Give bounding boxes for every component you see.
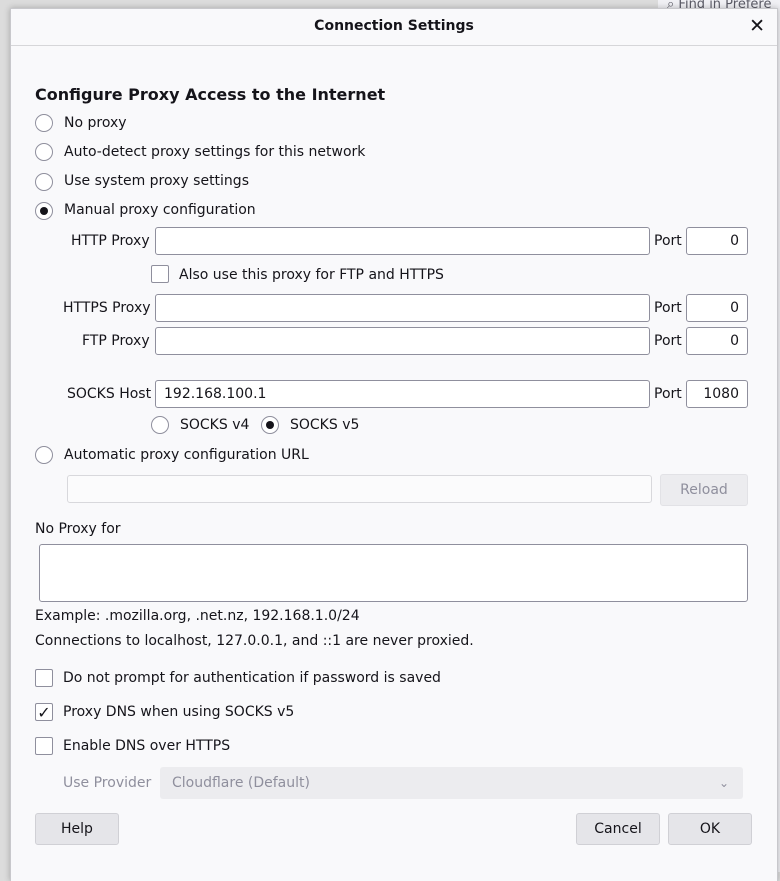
system-proxy-label[interactable]: Use system proxy settings — [64, 173, 249, 189]
https-port-label: Port — [654, 300, 682, 316]
dialog-title: Connection Settings — [314, 18, 474, 34]
https-proxy-label: HTTPS Proxy — [63, 300, 151, 316]
http-port-input[interactable] — [686, 227, 748, 255]
close-icon[interactable]: ✕ — [749, 15, 765, 37]
socks-host-input[interactable] — [155, 380, 650, 408]
chevron-down-icon: ⌄ — [718, 776, 729, 790]
ok-button[interactable]: OK — [668, 813, 752, 845]
reload-button[interactable]: Reload — [660, 474, 748, 506]
http-port-label: Port — [654, 233, 682, 249]
socks-v5-radio[interactable] — [261, 416, 279, 434]
https-proxy-input[interactable] — [155, 294, 650, 322]
socks-port-label: Port — [654, 386, 682, 402]
system-proxy-radio[interactable] — [35, 173, 53, 191]
ftp-proxy-label: FTP Proxy — [82, 333, 150, 349]
checkmark-icon: ✓ — [37, 703, 51, 722]
dns-over-https-checkbox[interactable] — [35, 737, 53, 755]
http-proxy-label: HTTP Proxy — [71, 233, 150, 249]
https-port-input[interactable] — [686, 294, 748, 322]
cancel-button[interactable]: Cancel — [576, 813, 660, 845]
auto-detect-radio[interactable] — [35, 143, 53, 161]
dns-over-https-label[interactable]: Enable DNS over HTTPS — [63, 738, 230, 754]
socks-port-input[interactable] — [686, 380, 748, 408]
proxy-dns-checkbox[interactable]: ✓ — [35, 703, 53, 721]
proxy-dns-label[interactable]: Proxy DNS when using SOCKS v5 — [63, 704, 294, 720]
no-proxy-for-label: No Proxy for — [35, 521, 121, 537]
use-provider-label: Use Provider — [63, 775, 152, 791]
http-proxy-input[interactable] — [155, 227, 650, 255]
dialog-titlebar: Connection Settings ✕ — [11, 9, 777, 46]
auto-config-url-input[interactable] — [67, 475, 652, 503]
also-use-label[interactable]: Also use this proxy for FTP and HTTPS — [179, 267, 444, 283]
no-prompt-auth-label[interactable]: Do not prompt for authentication if pass… — [63, 670, 441, 686]
ftp-proxy-input[interactable] — [155, 327, 650, 355]
connection-settings-dialog: Connection Settings ✕ Configure Proxy Ac… — [10, 8, 778, 881]
socks-v4-radio[interactable] — [151, 416, 169, 434]
no-proxy-for-textarea[interactable] — [39, 544, 748, 602]
no-prompt-auth-checkbox[interactable] — [35, 669, 53, 687]
no-proxy-label[interactable]: No proxy — [64, 115, 127, 131]
socks-v4-label[interactable]: SOCKS v4 — [180, 417, 249, 433]
auto-config-url-label[interactable]: Automatic proxy configuration URL — [64, 447, 309, 463]
ftp-port-input[interactable] — [686, 327, 748, 355]
auto-config-url-radio[interactable] — [35, 446, 53, 464]
socks-host-label: SOCKS Host — [67, 386, 152, 402]
manual-proxy-radio[interactable] — [35, 202, 53, 220]
help-button[interactable]: Help — [35, 813, 119, 845]
no-proxy-note: Connections to localhost, 127.0.0.1, and… — [35, 633, 474, 649]
no-proxy-example: Example: .mozilla.org, .net.nz, 192.168.… — [35, 608, 360, 624]
provider-select[interactable]: Cloudflare (Default) ⌄ — [160, 767, 743, 799]
provider-value: Cloudflare (Default) — [172, 775, 310, 791]
also-use-checkbox[interactable] — [151, 265, 169, 283]
manual-proxy-label[interactable]: Manual proxy configuration — [64, 202, 256, 218]
socks-v5-label[interactable]: SOCKS v5 — [290, 417, 359, 433]
auto-detect-label[interactable]: Auto-detect proxy settings for this netw… — [64, 144, 365, 160]
section-heading: Configure Proxy Access to the Internet — [35, 85, 386, 104]
ftp-port-label: Port — [654, 333, 682, 349]
no-proxy-radio[interactable] — [35, 114, 53, 132]
